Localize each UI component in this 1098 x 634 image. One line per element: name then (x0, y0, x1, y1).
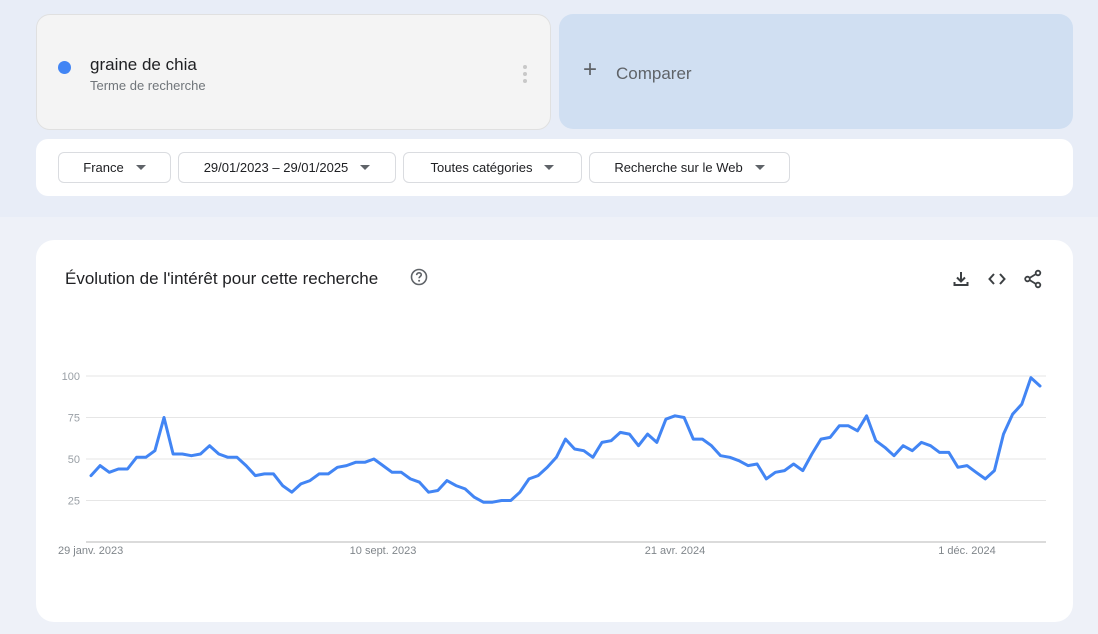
dropdown-caret-icon (135, 165, 146, 170)
filter-bar: France 29/01/2023 – 29/01/2025 Toutes ca… (36, 139, 1073, 196)
x-tick-label: 10 sept. 2023 (350, 545, 417, 557)
dropdown-caret-icon (754, 165, 765, 170)
filter-category-label: Toutes catégories (430, 160, 533, 175)
x-tick-label: 1 déc. 2024 (938, 545, 996, 557)
search-term-card[interactable]: graine de chia Terme de recherche (36, 14, 551, 130)
dropdown-caret-icon (360, 165, 371, 170)
plus-icon: + (583, 56, 598, 83)
filter-region[interactable]: France (58, 152, 171, 183)
filter-search-type-label: Recherche sur le Web (614, 160, 743, 175)
y-tick-label: 50 (68, 454, 80, 466)
search-term-name[interactable]: graine de chia (90, 55, 197, 75)
y-tick-label: 25 (68, 496, 80, 508)
compare-button[interactable]: + Comparer (559, 14, 1073, 129)
more-vert-icon[interactable] (521, 65, 529, 83)
y-tick-label: 75 (68, 413, 80, 425)
y-tick-label: 100 (62, 371, 80, 383)
interest-over-time-card: Évolution de l'intérêt pour cette recher… (36, 240, 1073, 622)
filter-category[interactable]: Toutes catégories (403, 152, 582, 183)
compare-label: Comparer (616, 64, 692, 83)
line-chart[interactable]: 25 50 75 100 29 janv. 2023 10 sept. 2023 21 av… (36, 240, 1073, 622)
filter-region-label: France (83, 160, 124, 175)
series-color-dot (58, 61, 71, 74)
filter-search-type[interactable]: Recherche sur le Web (589, 152, 790, 183)
filter-date-range-label: 29/01/2023 – 29/01/2025 (203, 160, 349, 175)
filter-date-range[interactable]: 29/01/2023 – 29/01/2025 (178, 152, 396, 183)
dropdown-caret-icon (544, 165, 555, 170)
x-tick-label: 29 janv. 2023 (58, 545, 123, 557)
search-term-type: Terme de recherche (90, 78, 206, 93)
x-tick-label: 21 avr. 2024 (645, 545, 706, 557)
